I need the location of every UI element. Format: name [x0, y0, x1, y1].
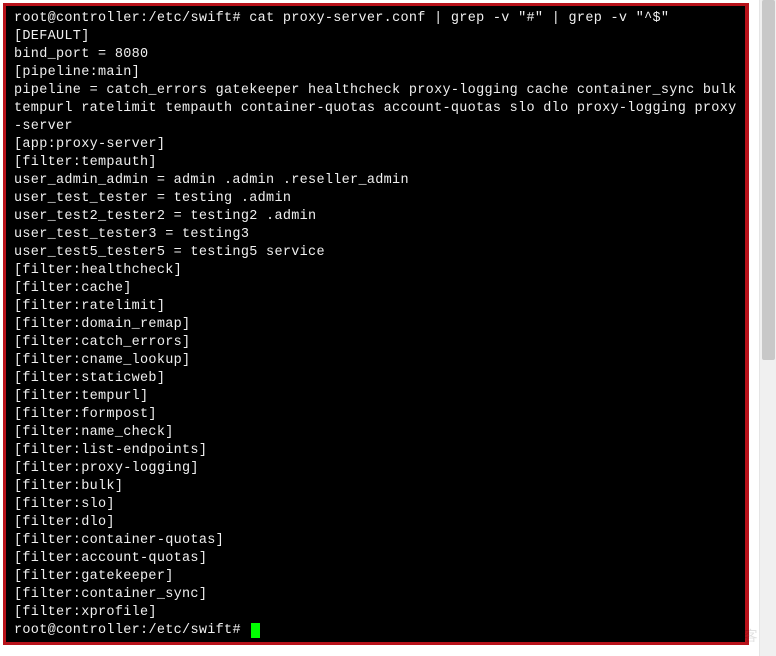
scrollbar-track[interactable] — [759, 0, 776, 656]
prompt2-cwd: /etc/swift — [148, 623, 232, 638]
prompt2-symbol: # — [232, 623, 240, 638]
prompt-symbol: # — [232, 11, 240, 26]
window-frame: root@controller:/etc/swift# cat proxy-se… — [3, 3, 749, 645]
scrollbar-thumb[interactable] — [762, 0, 775, 360]
cursor-icon — [251, 623, 260, 638]
terminal-output: root@controller:/etc/swift# cat proxy-se… — [14, 11, 745, 638]
prompt-user-host: root@controller — [14, 11, 140, 26]
output-body: [DEFAULT] bind_port = 8080 [pipeline:mai… — [14, 29, 745, 620]
terminal[interactable]: root@controller:/etc/swift# cat proxy-se… — [6, 6, 745, 642]
screenshot-stage: root@controller:/etc/swift# cat proxy-se… — [0, 0, 776, 656]
command-text: cat proxy-server.conf | grep -v "#" | gr… — [249, 11, 669, 26]
prompt-cwd: /etc/swift — [148, 11, 232, 26]
prompt2-user-host: root@controller — [14, 623, 140, 638]
